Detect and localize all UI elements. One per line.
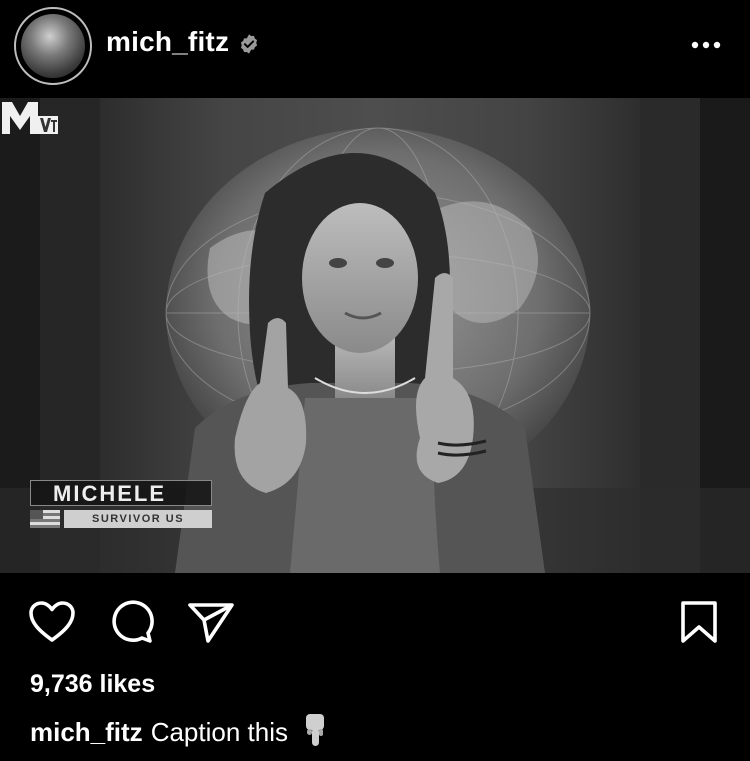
bookmark-icon[interactable] xyxy=(678,600,720,644)
post-image[interactable]: MICHELE SURVIVOR US xyxy=(0,98,750,573)
caption-username[interactable]: mich_fitz xyxy=(30,717,143,747)
username-link[interactable]: mich_fitz xyxy=(106,26,229,58)
action-bar xyxy=(0,590,750,650)
post-caption: mich_fitz Caption this xyxy=(30,714,328,752)
comment-icon[interactable] xyxy=(108,600,154,644)
lower-third-graphic: MICHELE SURVIVOR US xyxy=(30,480,212,530)
heart-icon[interactable] xyxy=(28,600,76,644)
send-icon[interactable] xyxy=(186,600,236,644)
lower-third-name: MICHELE xyxy=(30,480,212,506)
avatar-image xyxy=(21,14,85,78)
caption-text: Caption this xyxy=(150,716,288,747)
likes-count[interactable]: 9,736 likes xyxy=(30,670,155,699)
verified-badge-icon xyxy=(240,34,258,54)
post-header: mich_fitz xyxy=(0,0,750,98)
lower-third-subtitle: SURVIVOR US xyxy=(64,510,212,528)
profile-avatar[interactable] xyxy=(14,7,92,85)
pointing-down-hand-icon xyxy=(306,714,324,746)
mtv-logo-icon xyxy=(2,102,58,134)
us-flag-icon xyxy=(30,510,60,528)
more-horizontal-icon[interactable] xyxy=(688,30,724,60)
